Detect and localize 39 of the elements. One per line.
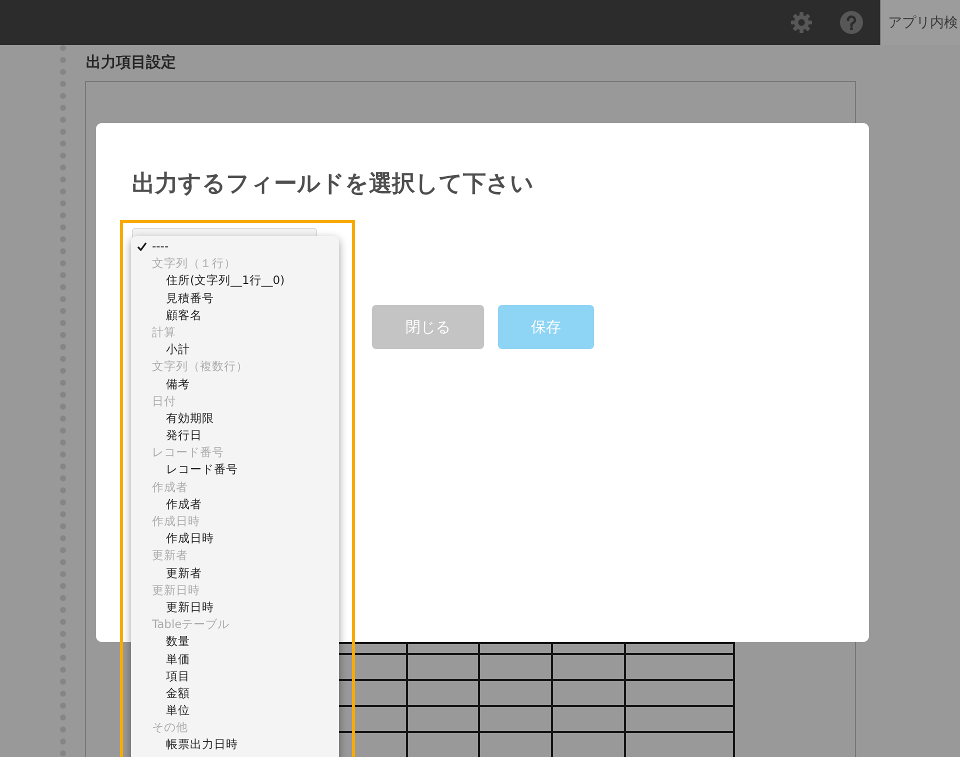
menu-option[interactable]: 有効期限 (131, 410, 339, 428)
menu-option[interactable]: 更新者 (131, 564, 339, 582)
menu-option[interactable]: 備考 (131, 376, 339, 393)
menu-group-label: 計算 (151, 324, 177, 341)
menu-option[interactable]: 単価 (131, 650, 339, 668)
menu-option[interactable]: 見積番号 (131, 290, 339, 307)
menu-group-label: 更新者 (151, 547, 189, 564)
table-cell (408, 707, 480, 733)
settings-icon[interactable] (790, 11, 813, 34)
menu-option[interactable]: 金額 (131, 684, 339, 702)
section-heading: 出力項目設定 (86, 52, 177, 73)
menu-group-label: レコード番号 (151, 444, 225, 462)
menu-option[interactable]: 作成日時 (131, 530, 339, 548)
menu-option[interactable]: 項目 (131, 668, 339, 685)
dialog-title: 出力するフィールドを選択して下さい (132, 170, 535, 199)
menu-option[interactable]: ---- (131, 238, 339, 256)
table-cell (408, 681, 480, 707)
menu-option[interactable]: 顧客名 (131, 306, 339, 324)
search-field[interactable]: アプリ内検 (880, 0, 960, 45)
menu-option[interactable]: 作成者 (131, 496, 339, 513)
menu-option[interactable]: 住所(文字列__1行__0) (131, 272, 339, 290)
menu-option[interactable]: 数量 (131, 633, 339, 650)
menu-group-label: 作成者 (151, 478, 189, 496)
menu-group-label: 文字列（１行） (151, 255, 237, 272)
menu-option[interactable]: レコード番号 (131, 461, 339, 479)
menu-option[interactable]: 帳票出力日時 (131, 736, 339, 754)
menu-group-label: Tableテーブル (151, 616, 231, 634)
menu-group-label: 文字列（複数行） (151, 358, 249, 376)
menu-group-label: 作成日時 (151, 513, 201, 530)
menu-group-label: 更新日時 (151, 582, 201, 599)
menu-group-label: 日付 (151, 392, 177, 410)
menu-option[interactable]: 小計 (131, 341, 339, 358)
help-icon[interactable] (840, 11, 863, 34)
menu-option[interactable]: 発行日 (131, 427, 339, 444)
table-cell (408, 655, 480, 681)
menu-option[interactable]: 単位 (131, 702, 339, 720)
checkmark-icon (137, 242, 147, 252)
menu-group-label: その他 (151, 719, 189, 736)
menu-option[interactable]: 更新日時 (131, 598, 339, 616)
